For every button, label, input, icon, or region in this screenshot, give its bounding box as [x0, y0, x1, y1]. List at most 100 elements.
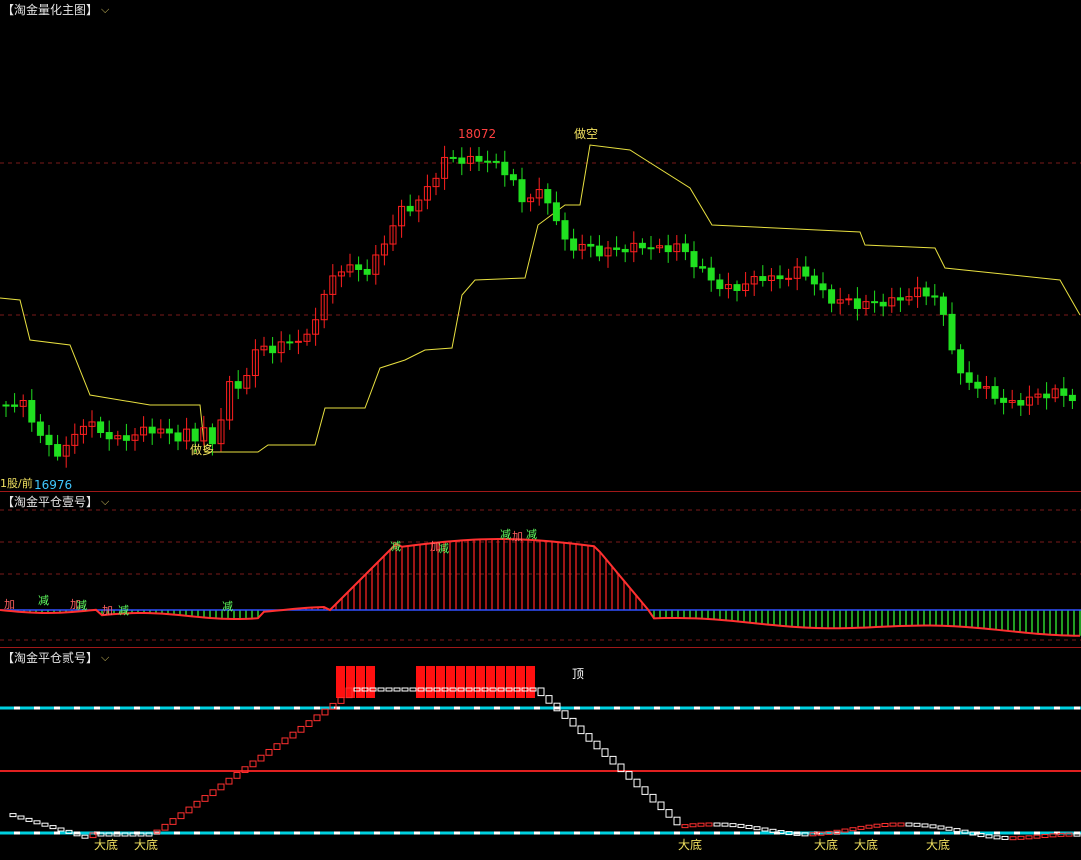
oscillator-box	[721, 822, 729, 827]
oscillator-box	[897, 822, 905, 827]
oscillator-box	[977, 833, 985, 838]
reduce-signal-label: 减	[38, 594, 49, 607]
oscillator-box	[601, 748, 609, 757]
reduce-signal-label: 减	[76, 599, 87, 612]
oscillator-box	[25, 817, 33, 822]
indicator-panel-one[interactable]: 【淘金平仓壹号】 ⌵ 加减加减加减减减加减减减加	[0, 492, 1081, 647]
chevron-down-icon[interactable]: ⌵	[101, 651, 109, 665]
oscillator-box	[1033, 834, 1041, 839]
oscillator-box	[409, 687, 417, 692]
panel-one-title-text: 【淘金平仓壹号】	[2, 495, 99, 509]
oscillator-box	[873, 823, 881, 828]
oscillator-box	[609, 755, 617, 765]
candle-body	[716, 279, 724, 290]
candle-body	[552, 202, 560, 222]
candle-body	[174, 432, 182, 442]
oscillator-box	[81, 834, 89, 839]
candle-body	[449, 156, 457, 159]
candle-body	[707, 267, 715, 281]
oscillator-box	[633, 778, 641, 788]
candle-body	[699, 266, 707, 269]
chevron-down-icon[interactable]: ⌵	[101, 3, 109, 17]
candle-body	[681, 243, 689, 253]
candle-body	[587, 243, 595, 247]
oscillator-box	[289, 731, 297, 739]
oscillator-box	[921, 823, 929, 828]
red-block	[356, 666, 365, 698]
main-chart-panel[interactable]: 【淘金量化主图】 ⌵ 18072 做多 做空 1股/前 16976	[0, 0, 1081, 491]
candle-body	[208, 427, 216, 445]
oscillator-box	[321, 708, 329, 716]
panel-one-title[interactable]: 【淘金平仓壹号】 ⌵	[2, 493, 109, 510]
candle-body	[105, 432, 113, 440]
oscillator-box	[1041, 833, 1049, 838]
candle-body	[570, 238, 578, 251]
candle-body	[269, 345, 277, 354]
oscillator-box	[737, 823, 745, 828]
panel-two-title[interactable]: 【淘金平仓贰号】 ⌵	[2, 649, 109, 666]
oscillator-box	[569, 717, 577, 727]
oscillator-box	[257, 754, 265, 762]
oscillator-box	[561, 710, 569, 719]
oscillator-box	[185, 806, 193, 814]
sell-signal-label: 做空	[574, 126, 598, 141]
oscillator-box	[881, 822, 889, 827]
reduce-signal-label: 减	[390, 540, 401, 553]
oscillator-box	[9, 813, 17, 818]
bottom-signal-label: 大底	[854, 837, 878, 852]
candle-body	[845, 298, 853, 301]
oscillator-box	[1073, 832, 1081, 837]
panel-one-chart[interactable]: 加减加减加减减减 加减减 减加	[0, 492, 1081, 647]
candle-body	[148, 426, 156, 434]
indicator-panel-two[interactable]: 【淘金平仓贰号】 ⌵ 顶大底 大底 大底 大底 大底 大底	[0, 648, 1081, 860]
candle-body	[54, 444, 62, 457]
candle-body	[1068, 394, 1076, 402]
oscillator-box	[745, 824, 753, 829]
candle-body	[957, 349, 965, 374]
oscillator-box	[865, 824, 873, 829]
oscillator-box	[41, 822, 49, 827]
candle-body	[2, 404, 10, 407]
oscillator-box	[537, 687, 545, 697]
top-signal-label: 顶	[572, 667, 584, 681]
high-price-label: 18072	[458, 127, 496, 141]
candle-body	[234, 381, 242, 389]
add-signal-label: 加	[102, 604, 113, 617]
oscillator-box	[385, 687, 393, 692]
red-block	[416, 666, 425, 698]
oscillator-box	[841, 828, 849, 833]
oscillator-box	[849, 827, 857, 832]
candle-body	[406, 205, 414, 212]
add-signal-label: 加	[512, 530, 523, 543]
oscillator-box	[313, 714, 321, 722]
buy-signal-label: 做多	[190, 442, 214, 457]
oscillator-box	[297, 725, 305, 733]
oscillator-box	[905, 822, 913, 827]
red-block	[486, 666, 495, 698]
red-block	[526, 666, 535, 698]
oscillator-box	[177, 812, 185, 820]
oscillator-box	[57, 827, 65, 832]
panel-two-chart[interactable]: 顶大底 大底 大底 大底 大底 大底	[0, 648, 1081, 860]
red-block	[346, 666, 355, 698]
oscillator-box	[689, 823, 697, 828]
main-panel-title[interactable]: 【淘金量化主图】 ⌵	[2, 1, 109, 18]
candle-body	[776, 275, 784, 280]
chevron-down-icon[interactable]: ⌵	[101, 495, 109, 509]
oscillator-box	[17, 815, 25, 820]
red-block	[516, 666, 525, 698]
oscillator-box	[1009, 836, 1017, 841]
candle-body	[1060, 388, 1068, 396]
candle-body	[733, 284, 741, 291]
oscillator-box	[713, 822, 721, 827]
oscillator-box	[985, 834, 993, 839]
candlestick-chart[interactable]: 18072 做多 做空 1股/前 16976	[0, 0, 1081, 491]
oscillator-box	[585, 733, 593, 742]
candle-body	[191, 428, 199, 442]
oscillator-box	[281, 737, 289, 745]
oscillator-box	[953, 828, 961, 833]
candle-body	[828, 289, 836, 304]
oscillator-box	[1017, 835, 1025, 840]
candle-body	[871, 301, 879, 304]
oscillator-box	[705, 822, 713, 827]
